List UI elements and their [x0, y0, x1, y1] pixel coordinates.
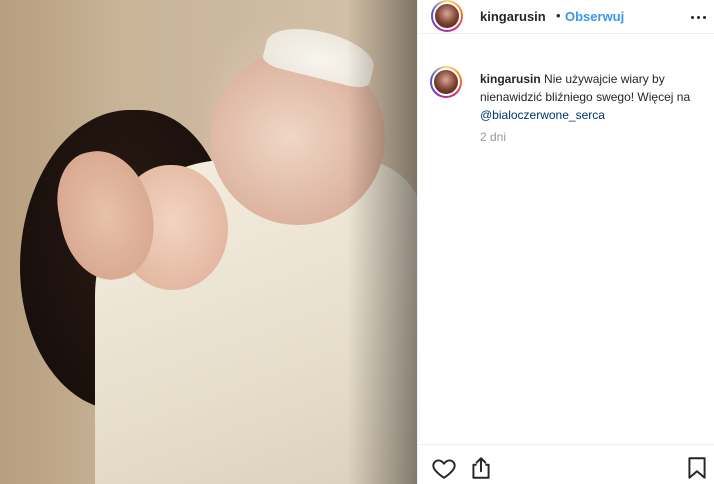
- photo-shade: [347, 0, 417, 484]
- heart-icon[interactable]: [431, 455, 457, 481]
- header-username[interactable]: kingarusin: [480, 9, 546, 24]
- post-header: kingarusin • Obserwuj: [418, 0, 714, 34]
- caption-username[interactable]: kingarusin: [480, 72, 541, 86]
- post-actions: [418, 444, 714, 484]
- post-photo[interactable]: [0, 0, 417, 484]
- caption-avatar[interactable]: [430, 66, 462, 98]
- post-timestamp[interactable]: 2 dni: [480, 130, 506, 144]
- post-side-panel: kingarusin • Obserwuj kingarusin Nie uży…: [417, 0, 714, 484]
- caption-text: kingarusin Nie używajcie wiary by nienaw…: [480, 70, 700, 124]
- avatar[interactable]: [431, 0, 463, 32]
- caption-mention-link[interactable]: @bialoczerwone_serca: [480, 108, 605, 122]
- bookmark-icon[interactable]: [684, 455, 710, 481]
- separator-dot: •: [556, 8, 561, 23]
- share-icon[interactable]: [468, 455, 494, 481]
- more-options-icon[interactable]: [688, 9, 708, 25]
- follow-button[interactable]: Obserwuj: [565, 9, 624, 24]
